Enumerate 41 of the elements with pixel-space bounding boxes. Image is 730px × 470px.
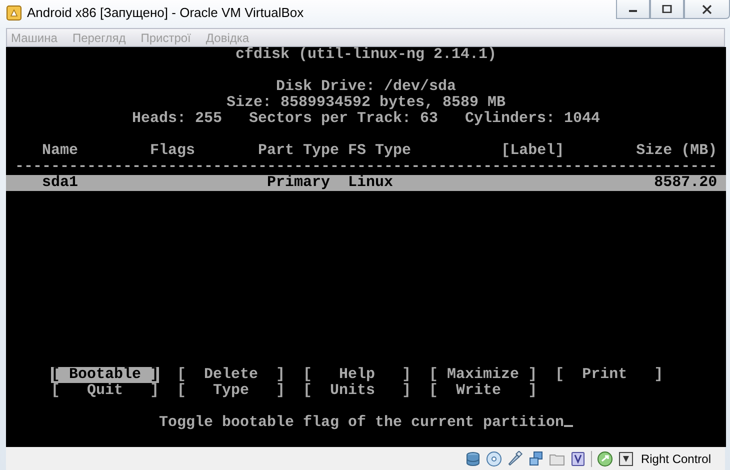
optical-disc-icon[interactable] bbox=[486, 450, 502, 466]
command-button[interactable]: [ Maximize ] bbox=[429, 367, 538, 383]
column-header: Part Type bbox=[257, 143, 340, 159]
table-cell-text: Primary bbox=[266, 175, 332, 191]
disk-info: Size: 8589934592 bytes, 8589 MB bbox=[226, 94, 506, 111]
column-header: FS Type bbox=[348, 143, 412, 159]
separator-line: ------------------------------------------------------------------------------ bbox=[15, 158, 718, 175]
command-button[interactable]: [ Write ] bbox=[429, 383, 538, 399]
partition-row[interactable]: sda1 Primary Linux 8587.20 bbox=[6, 175, 726, 191]
usb-stick-icon[interactable] bbox=[506, 450, 523, 466]
column-header: Flags bbox=[150, 143, 196, 159]
disk-info: Heads: 255 Sectors per Track: 63 Cylinders: 1044 bbox=[132, 110, 600, 127]
command-button[interactable]: [ Units ] bbox=[303, 383, 412, 399]
host-key-label: Right Control bbox=[640, 452, 711, 466]
maximize-button[interactable] bbox=[650, 0, 684, 19]
app-icon bbox=[6, 5, 22, 21]
command-button[interactable]: [ Bootable ] bbox=[51, 367, 160, 383]
status-message: Toggle bootable flag of the current partition bbox=[158, 414, 564, 431]
disk-info: Disk Drive: /dev/sda bbox=[276, 78, 456, 95]
command-button[interactable]: [ Help ] bbox=[303, 367, 412, 383]
command-button[interactable]: [ Quit ] bbox=[51, 383, 160, 399]
command-button[interactable]: [ Delete ] bbox=[177, 367, 286, 383]
close-button[interactable] bbox=[684, 0, 730, 19]
table-cell-text: sda1 bbox=[42, 175, 80, 191]
column-header: Name bbox=[42, 143, 80, 159]
maximize-icon bbox=[662, 5, 672, 13]
network-icon[interactable] bbox=[528, 450, 544, 466]
column-header: [Label] bbox=[501, 143, 566, 159]
minimize-button[interactable] bbox=[616, 0, 650, 19]
command-button[interactable]: [ Type ] bbox=[177, 383, 286, 399]
video-capture-icon[interactable] bbox=[570, 450, 586, 466]
mouse-integration-icon[interactable] bbox=[596, 450, 613, 466]
table-cell-text: 8587.20 bbox=[653, 175, 718, 191]
column-header: Size (MB) bbox=[635, 143, 718, 159]
close-icon bbox=[702, 4, 712, 14]
program-title: cfdisk (util-linux-ng 2.14.1) bbox=[235, 47, 497, 63]
window-title: Android x86 [Запущено] - Oracle VM VirtualBox bbox=[27, 4, 304, 22]
text-cursor bbox=[564, 425, 574, 427]
hard-disk-icon[interactable] bbox=[464, 450, 481, 466]
table-cell-text: Linux bbox=[348, 175, 394, 191]
command-button[interactable]: [ Print ] bbox=[555, 367, 664, 383]
